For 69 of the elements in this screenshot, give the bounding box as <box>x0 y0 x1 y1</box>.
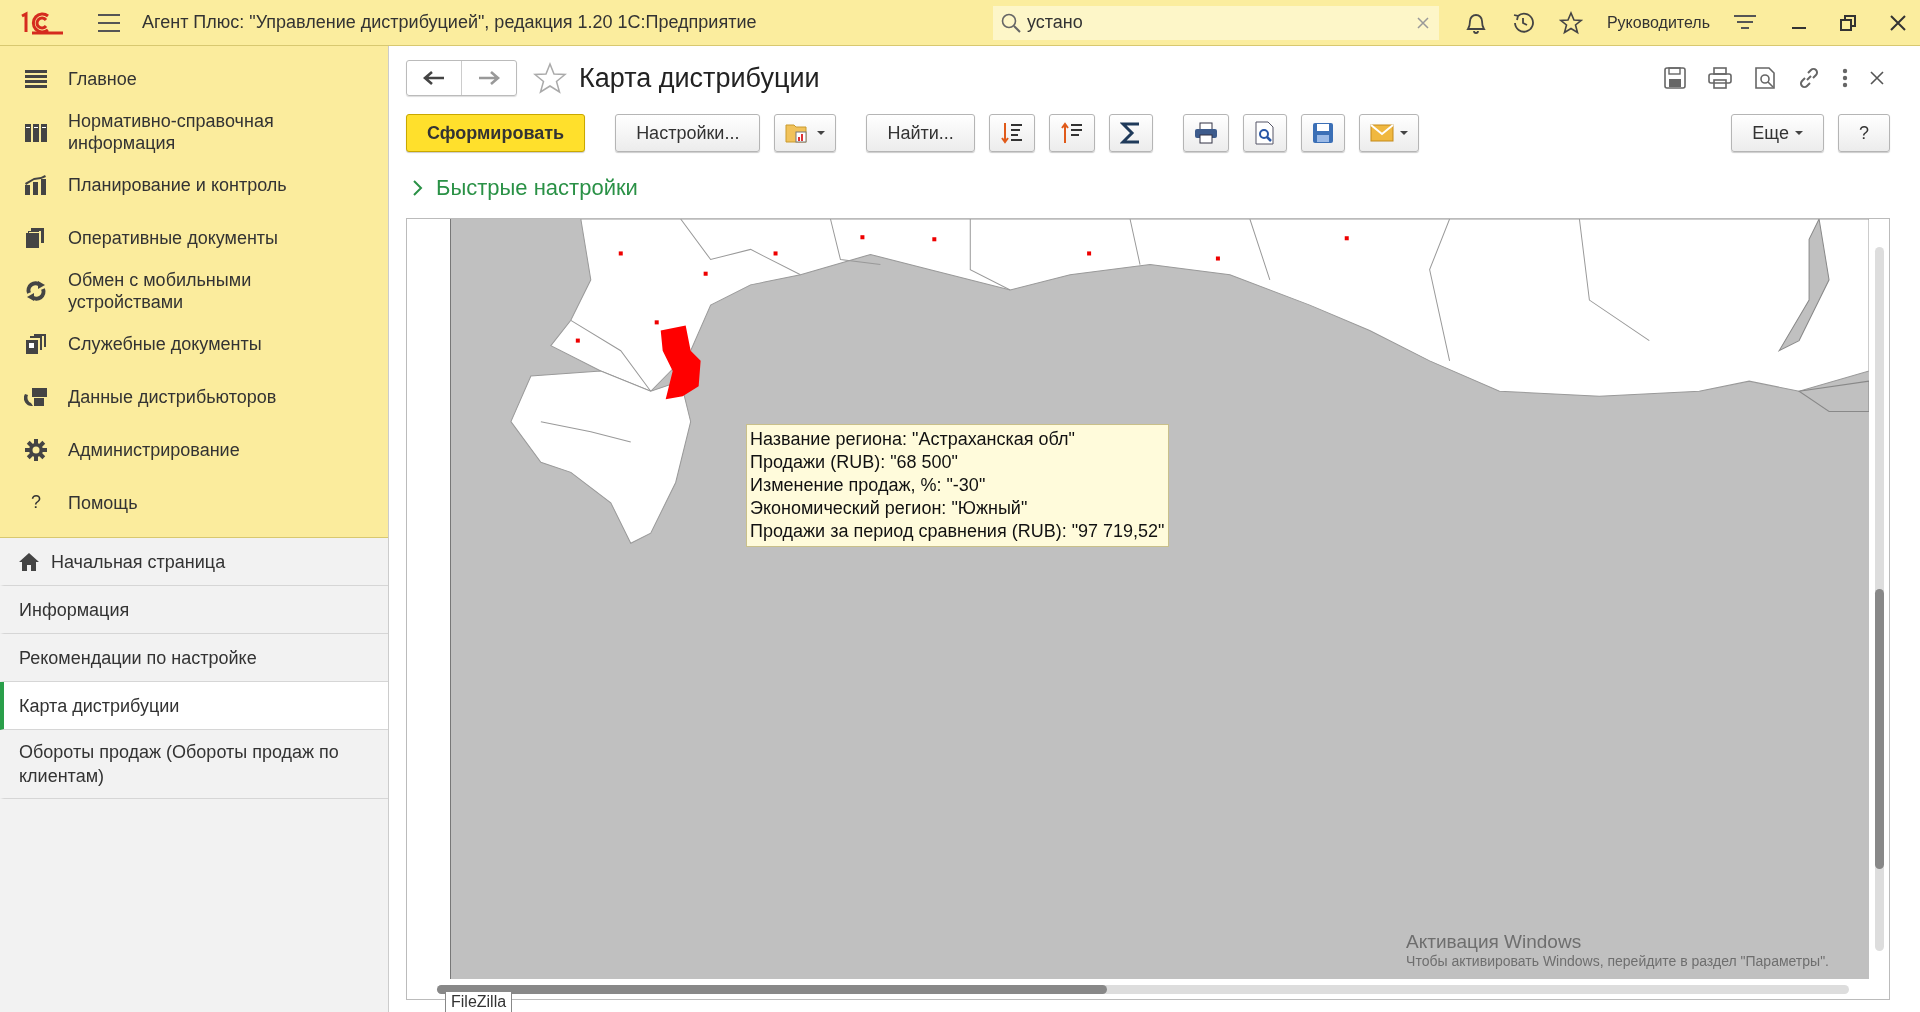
activation-title: Активация Windows <box>1406 931 1583 953</box>
open-page-tab[interactable]: Начальная страница <box>0 538 388 586</box>
documents-icon <box>26 333 46 354</box>
printer-icon[interactable] <box>1708 67 1732 89</box>
list-icon <box>25 68 47 89</box>
tooltip-line: Продажи за период сравнения (RUB): "97 719,52" <box>750 520 1165 543</box>
close-icon[interactable] <box>1870 71 1884 85</box>
section-link[interactable]: Администрирование <box>68 438 240 461</box>
open-page-tab[interactable]: Информация <box>0 586 388 634</box>
sync-icon <box>25 279 47 302</box>
sort-ascending-icon <box>1059 121 1084 145</box>
toolbar-button[interactable]: Настройки... <box>615 114 761 152</box>
sort-descending-icon <box>999 121 1024 145</box>
preview-icon[interactable] <box>1754 67 1776 89</box>
section-link[interactable]: Оперативные документы <box>68 226 279 249</box>
bar-chart-icon <box>25 174 47 195</box>
section-link[interactable]: Нормативно-справочная информация <box>68 109 368 154</box>
preview-icon <box>1253 121 1276 145</box>
generate-button[interactable]: Сформировать <box>406 114 586 152</box>
link-icon[interactable] <box>1798 67 1820 89</box>
favorite-star-icon[interactable] <box>533 62 567 94</box>
search-icon <box>1000 12 1021 33</box>
star-icon[interactable] <box>1558 10 1583 35</box>
caret-icon <box>1399 131 1408 135</box>
restore-icon[interactable] <box>1840 14 1856 31</box>
form-title: Карта дистрибуции <box>579 62 821 94</box>
toolbar-button[interactable]: Найти... <box>866 114 975 152</box>
tooltip-line: Изменение продаж, %: "-30" <box>750 474 987 497</box>
section-link[interactable]: Главное <box>68 67 137 90</box>
caret-icon <box>817 131 826 135</box>
open-page-tab[interactable]: Карта дистрибуции <box>0 682 388 730</box>
home-icon <box>19 552 39 571</box>
clear-icon[interactable] <box>1416 16 1429 29</box>
toolbar-icon-button[interactable] <box>1048 114 1095 152</box>
scrollbar-thumb[interactable] <box>437 985 1107 994</box>
section-link[interactable]: Данные дистрибьюторов <box>68 385 277 408</box>
taskbar-tooltip: FileZilla <box>445 991 513 1012</box>
toolbar-icon-button[interactable] <box>988 114 1035 152</box>
quick-settings-link[interactable]: Быстрые настройки <box>436 175 638 201</box>
printer-icon <box>1193 122 1218 144</box>
section-link[interactable]: Планирование и контроль <box>68 173 287 196</box>
scrollbar-thumb[interactable] <box>1875 589 1884 869</box>
documents-icon <box>26 227 46 248</box>
help-icon: ? <box>24 492 48 513</box>
tooltip-line: Название региона: "Астраханская обл" <box>750 428 1076 451</box>
more-menu-button[interactable]: Еще <box>1731 114 1824 152</box>
section-link[interactable]: Служебные документы <box>68 332 262 355</box>
tooltip-line: Экономический регион: "Южный" <box>750 497 1029 520</box>
gear-icon <box>25 438 47 461</box>
toolbar-button[interactable]: ? <box>1838 114 1890 152</box>
toolbar-icon-button[interactable] <box>1242 114 1287 152</box>
menu-icon[interactable] <box>98 13 120 32</box>
toolbar-icon-button[interactable] <box>1182 114 1229 152</box>
close-icon[interactable] <box>1890 14 1906 31</box>
tooltip-line: Продажи (RUB): "68 500" <box>750 451 959 474</box>
open-page-tab[interactable]: Обороты продаж (Обороты продаж по клиентам) <box>0 730 388 799</box>
section-link[interactable]: Помощь <box>68 491 138 514</box>
user-name[interactable]: Руководитель <box>1606 13 1710 32</box>
toolbar-icon-button[interactable] <box>1108 114 1153 152</box>
more-icon[interactable] <box>1842 68 1848 88</box>
chevron-right-icon[interactable] <box>412 179 424 197</box>
books-icon <box>25 121 47 142</box>
envelope-icon <box>1369 124 1394 142</box>
activation-text: Чтобы активировать Windows, перейдите в раздел "Параметры". <box>1406 953 1829 969</box>
caret-icon <box>1795 131 1803 135</box>
search-field[interactable]: устано <box>992 5 1439 40</box>
sigma-icon <box>1119 121 1142 145</box>
window-title: Агент Плюс: "Управление дистрибуцией", редакция 1.20 1С:Предприятие <box>142 12 758 33</box>
section-link[interactable]: Обмен с мобильными устройствами <box>68 268 368 313</box>
